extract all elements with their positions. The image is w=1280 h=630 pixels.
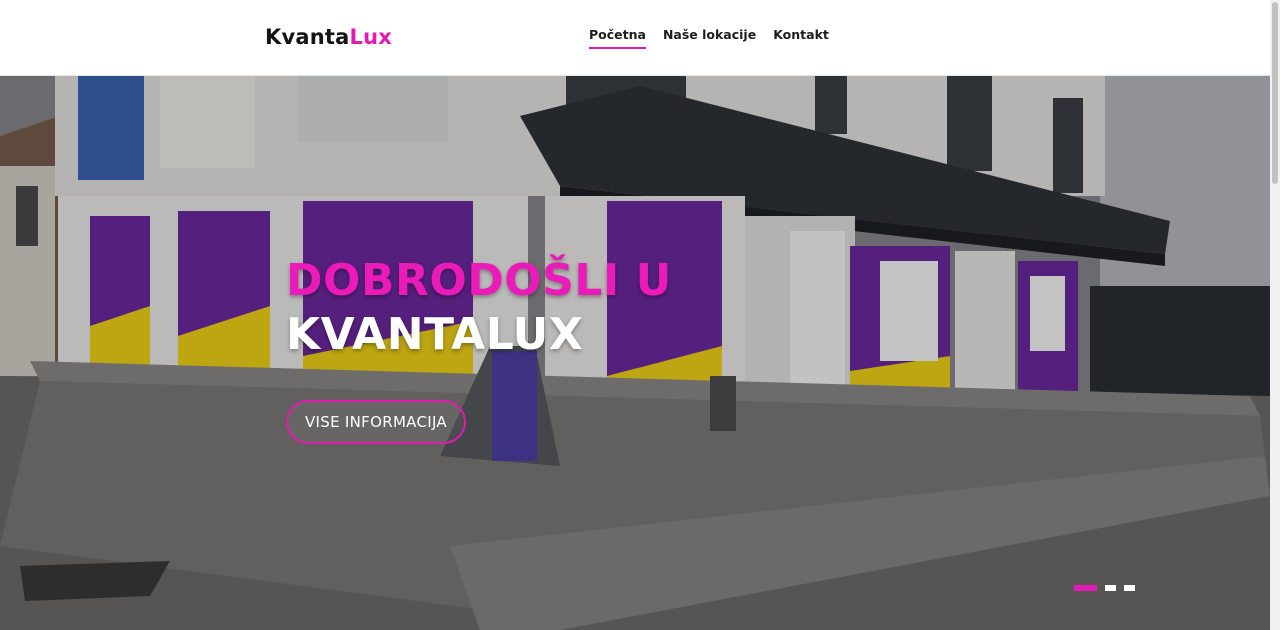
hero-slider: DOBRODOŠLI U KVANTALUX VISE INFORMACIJA	[0, 76, 1270, 630]
main-nav: Početna Naše lokacije Kontakt	[589, 27, 829, 49]
more-info-button[interactable]: VISE INFORMACIJA	[286, 400, 466, 444]
hero-title-line2: KVANTALUX	[286, 309, 584, 360]
brand-name-part2: Lux	[349, 25, 392, 49]
brand-name-part1: Kvanta	[265, 25, 350, 49]
slide-dot-2[interactable]	[1105, 585, 1116, 591]
nav-link-lokacije[interactable]: Naše lokacije	[663, 27, 756, 46]
slide-dot-3[interactable]	[1124, 585, 1135, 591]
hero-title: DOBRODOŠLI U KVANTALUX	[286, 254, 672, 362]
nav-link-pocetna[interactable]: Početna	[589, 27, 646, 49]
slide-dot-1[interactable]	[1074, 585, 1097, 591]
slider-pagination	[1074, 585, 1135, 591]
hero-title-line1: DOBRODOŠLI U	[286, 255, 672, 306]
scrollbar-thumb[interactable]	[1272, 2, 1278, 184]
brand-logo[interactable]: KvantaLux	[265, 25, 392, 49]
nav-link-kontakt[interactable]: Kontakt	[773, 27, 829, 46]
page-scrollbar[interactable]	[1270, 0, 1280, 630]
site-header: KvantaLux Početna Naše lokacije Kontakt	[0, 0, 1270, 76]
